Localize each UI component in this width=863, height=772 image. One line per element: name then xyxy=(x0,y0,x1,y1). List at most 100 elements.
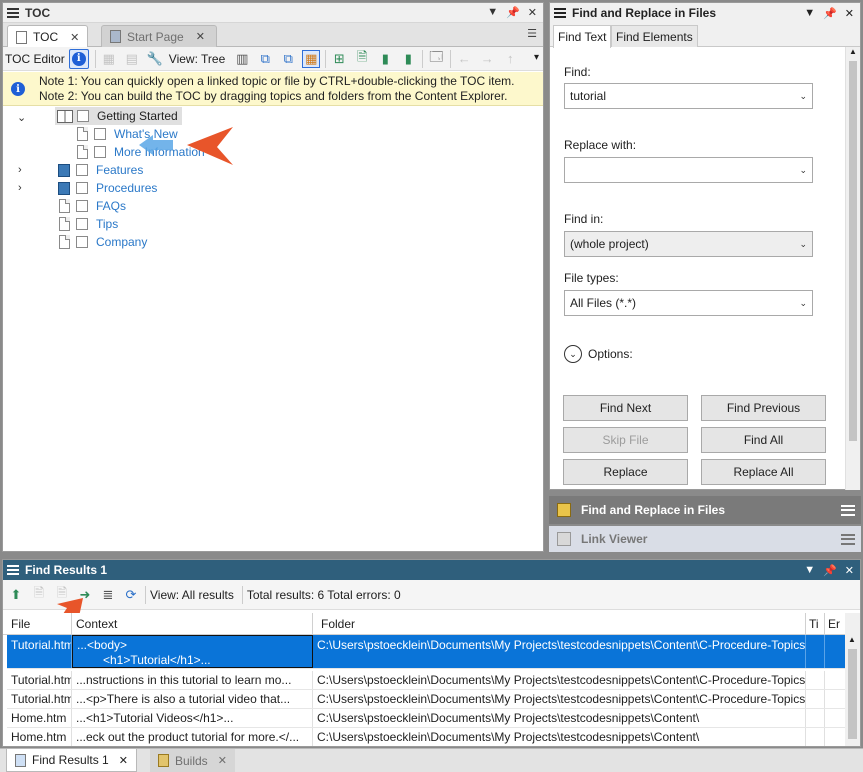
tab-menu-icon[interactable]: ☰ xyxy=(527,27,537,40)
arrow-left-icon[interactable]: ← xyxy=(455,50,473,68)
close-icon[interactable]: ✕ xyxy=(845,7,854,20)
link-icon[interactable]: ▤ xyxy=(123,50,141,68)
list-icon[interactable]: ≣ xyxy=(99,586,117,604)
table-row[interactable]: Home.htm ...eck out the product tutorial… xyxy=(7,728,845,746)
tab-find-text[interactable]: Find Text xyxy=(553,25,612,48)
menu-icon[interactable] xyxy=(7,565,19,575)
tree-item-getting-started[interactable]: Getting Started xyxy=(55,107,182,125)
checkbox[interactable] xyxy=(76,218,88,230)
grid-view-icon[interactable]: ▦ xyxy=(302,49,321,68)
arrow-up-icon[interactable]: ↑ xyxy=(501,50,519,68)
column-title[interactable]: Ti xyxy=(806,613,825,635)
page-icon xyxy=(59,217,70,231)
column-file[interactable]: File xyxy=(3,613,72,635)
skip-file-button[interactable]: Skip File xyxy=(563,427,688,453)
scrollbar-thumb[interactable] xyxy=(849,61,857,441)
tab-builds[interactable]: Builds ✕ xyxy=(150,749,235,772)
find-all-button[interactable]: Find All xyxy=(701,427,826,453)
column-errors[interactable]: Er xyxy=(825,613,845,635)
tree-item-faqs[interactable]: FAQs xyxy=(59,197,126,215)
find-next-button[interactable]: Find Next xyxy=(563,395,688,421)
view-results-label[interactable]: View: All results xyxy=(150,588,234,602)
close-tab-icon[interactable]: ✕ xyxy=(218,754,227,767)
options-expander[interactable]: ⌄ Options: xyxy=(564,345,633,363)
close-tab-icon[interactable]: ✕ xyxy=(196,30,205,43)
checkbox[interactable] xyxy=(76,164,88,176)
replace-button[interactable]: Replace xyxy=(563,459,688,485)
tab-find-results[interactable]: Find Results 1 ✕ xyxy=(6,749,137,772)
chevron-right-icon[interactable]: › xyxy=(18,182,22,194)
collapsed-find-replace-pane[interactable]: Find and Replace in Files xyxy=(549,496,861,524)
scrollbar-thumb[interactable] xyxy=(848,649,857,739)
copy-icon[interactable]: ⧉ xyxy=(256,50,274,68)
arrow-right-icon[interactable]: → xyxy=(478,50,496,68)
properties-icon[interactable]: ▥ xyxy=(233,50,251,68)
refresh-icon[interactable]: ⟳ xyxy=(122,586,140,604)
add-child-icon[interactable]: ▮ xyxy=(399,50,417,68)
checkbox[interactable] xyxy=(94,128,106,140)
results-scrollbar[interactable]: ▲ xyxy=(845,613,860,746)
new-item-icon[interactable]: ▦ xyxy=(100,50,118,68)
checkbox[interactable] xyxy=(76,182,88,194)
table-row[interactable]: Home.htm ...<h1>Tutorial Videos</h1>... … xyxy=(7,709,845,728)
chevron-right-icon[interactable]: › xyxy=(18,164,22,176)
add-book-icon[interactable]: ▮ xyxy=(376,50,394,68)
menu-icon[interactable] xyxy=(7,7,19,18)
replace-input[interactable]: ⌄ xyxy=(564,157,813,183)
close-tab-icon[interactable]: ✕ xyxy=(70,31,79,44)
checkbox[interactable] xyxy=(77,110,89,122)
view-tree-icon[interactable]: 🔧 xyxy=(146,50,164,68)
tree-item-features[interactable]: Features xyxy=(58,161,143,179)
table-row[interactable]: Tutorial.htm ...nstructions in this tuto… xyxy=(7,671,845,690)
dropdown-icon[interactable]: ▼ xyxy=(487,6,498,19)
find-previous-button[interactable]: Find Previous xyxy=(701,395,826,421)
collapsed-link-viewer-pane[interactable]: Link Viewer xyxy=(549,526,861,552)
duplicate-icon[interactable]: ⧉ xyxy=(279,50,297,68)
close-icon[interactable]: ✕ xyxy=(528,6,537,19)
chevron-down-icon[interactable]: ⌄ xyxy=(17,111,26,124)
checkbox[interactable] xyxy=(76,200,88,212)
add-item-icon[interactable]: ⊞ xyxy=(330,50,348,68)
scroll-up-icon[interactable]: ▲ xyxy=(848,635,856,644)
pin-icon[interactable]: 📌 xyxy=(823,564,837,577)
close-tab-icon[interactable]: ✕ xyxy=(119,754,128,767)
tree-item-company[interactable]: Company xyxy=(59,233,147,251)
view-mode-label[interactable]: View: Tree xyxy=(169,52,225,66)
file-types-select[interactable]: All Files (*.*) ⌄ xyxy=(564,290,813,316)
pin-icon[interactable]: 📌 xyxy=(823,7,837,20)
table-row[interactable]: Tutorial.htm ...<p>There is also a tutor… xyxy=(7,690,845,709)
chevron-down-icon[interactable]: ⌄ xyxy=(799,298,807,309)
chevron-down-icon[interactable]: ⌄ xyxy=(799,239,807,250)
find-replace-title: Find and Replace in Files xyxy=(572,6,717,20)
pin-icon[interactable]: 📌 xyxy=(506,6,520,19)
chevron-down-icon[interactable]: ⌄ xyxy=(799,91,807,102)
menu-icon[interactable] xyxy=(841,533,855,545)
find-input[interactable]: tutorial ⌄ xyxy=(564,83,813,109)
find-in-select[interactable]: (whole project) ⌄ xyxy=(564,231,813,257)
tab-start-page[interactable]: Start Page ✕ xyxy=(101,25,217,47)
export-icon[interactable]: ⬆ xyxy=(7,586,25,604)
table-row[interactable]: Tutorial.htm ...<body> <h1>Tutorial</h1>… xyxy=(7,635,845,669)
add-page-icon[interactable]: 🗎 xyxy=(353,49,371,68)
find-replace-scrollbar[interactable]: ▲ xyxy=(845,47,860,490)
column-context[interactable]: Context xyxy=(72,613,313,635)
close-icon[interactable]: ✕ xyxy=(845,564,854,577)
scroll-up-icon[interactable]: ▲ xyxy=(849,47,857,56)
checkbox[interactable] xyxy=(94,146,106,158)
menu-icon[interactable] xyxy=(554,8,566,18)
column-folder[interactable]: Folder xyxy=(313,613,806,635)
tab-find-elements[interactable]: Find Elements xyxy=(611,25,698,47)
replace-all-button[interactable]: Replace All xyxy=(701,459,826,485)
toolbar-overflow-icon[interactable]: ▾ xyxy=(534,52,539,63)
tree-item-tips[interactable]: Tips xyxy=(59,215,118,233)
tab-toc[interactable]: TOC ✕ xyxy=(7,25,89,48)
tree-item-procedures[interactable]: Procedures xyxy=(58,179,157,197)
checkbox[interactable] xyxy=(76,236,88,248)
info-toggle-button[interactable]: i xyxy=(68,48,89,69)
preview-icon[interactable]: 🗔 xyxy=(427,49,445,68)
chevron-down-icon[interactable]: ⌄ xyxy=(799,165,807,176)
copy-icon[interactable]: 🗎 xyxy=(30,585,48,604)
dropdown-icon[interactable]: ▼ xyxy=(804,564,815,577)
dropdown-icon[interactable]: ▼ xyxy=(804,7,815,20)
menu-icon[interactable] xyxy=(841,504,855,516)
